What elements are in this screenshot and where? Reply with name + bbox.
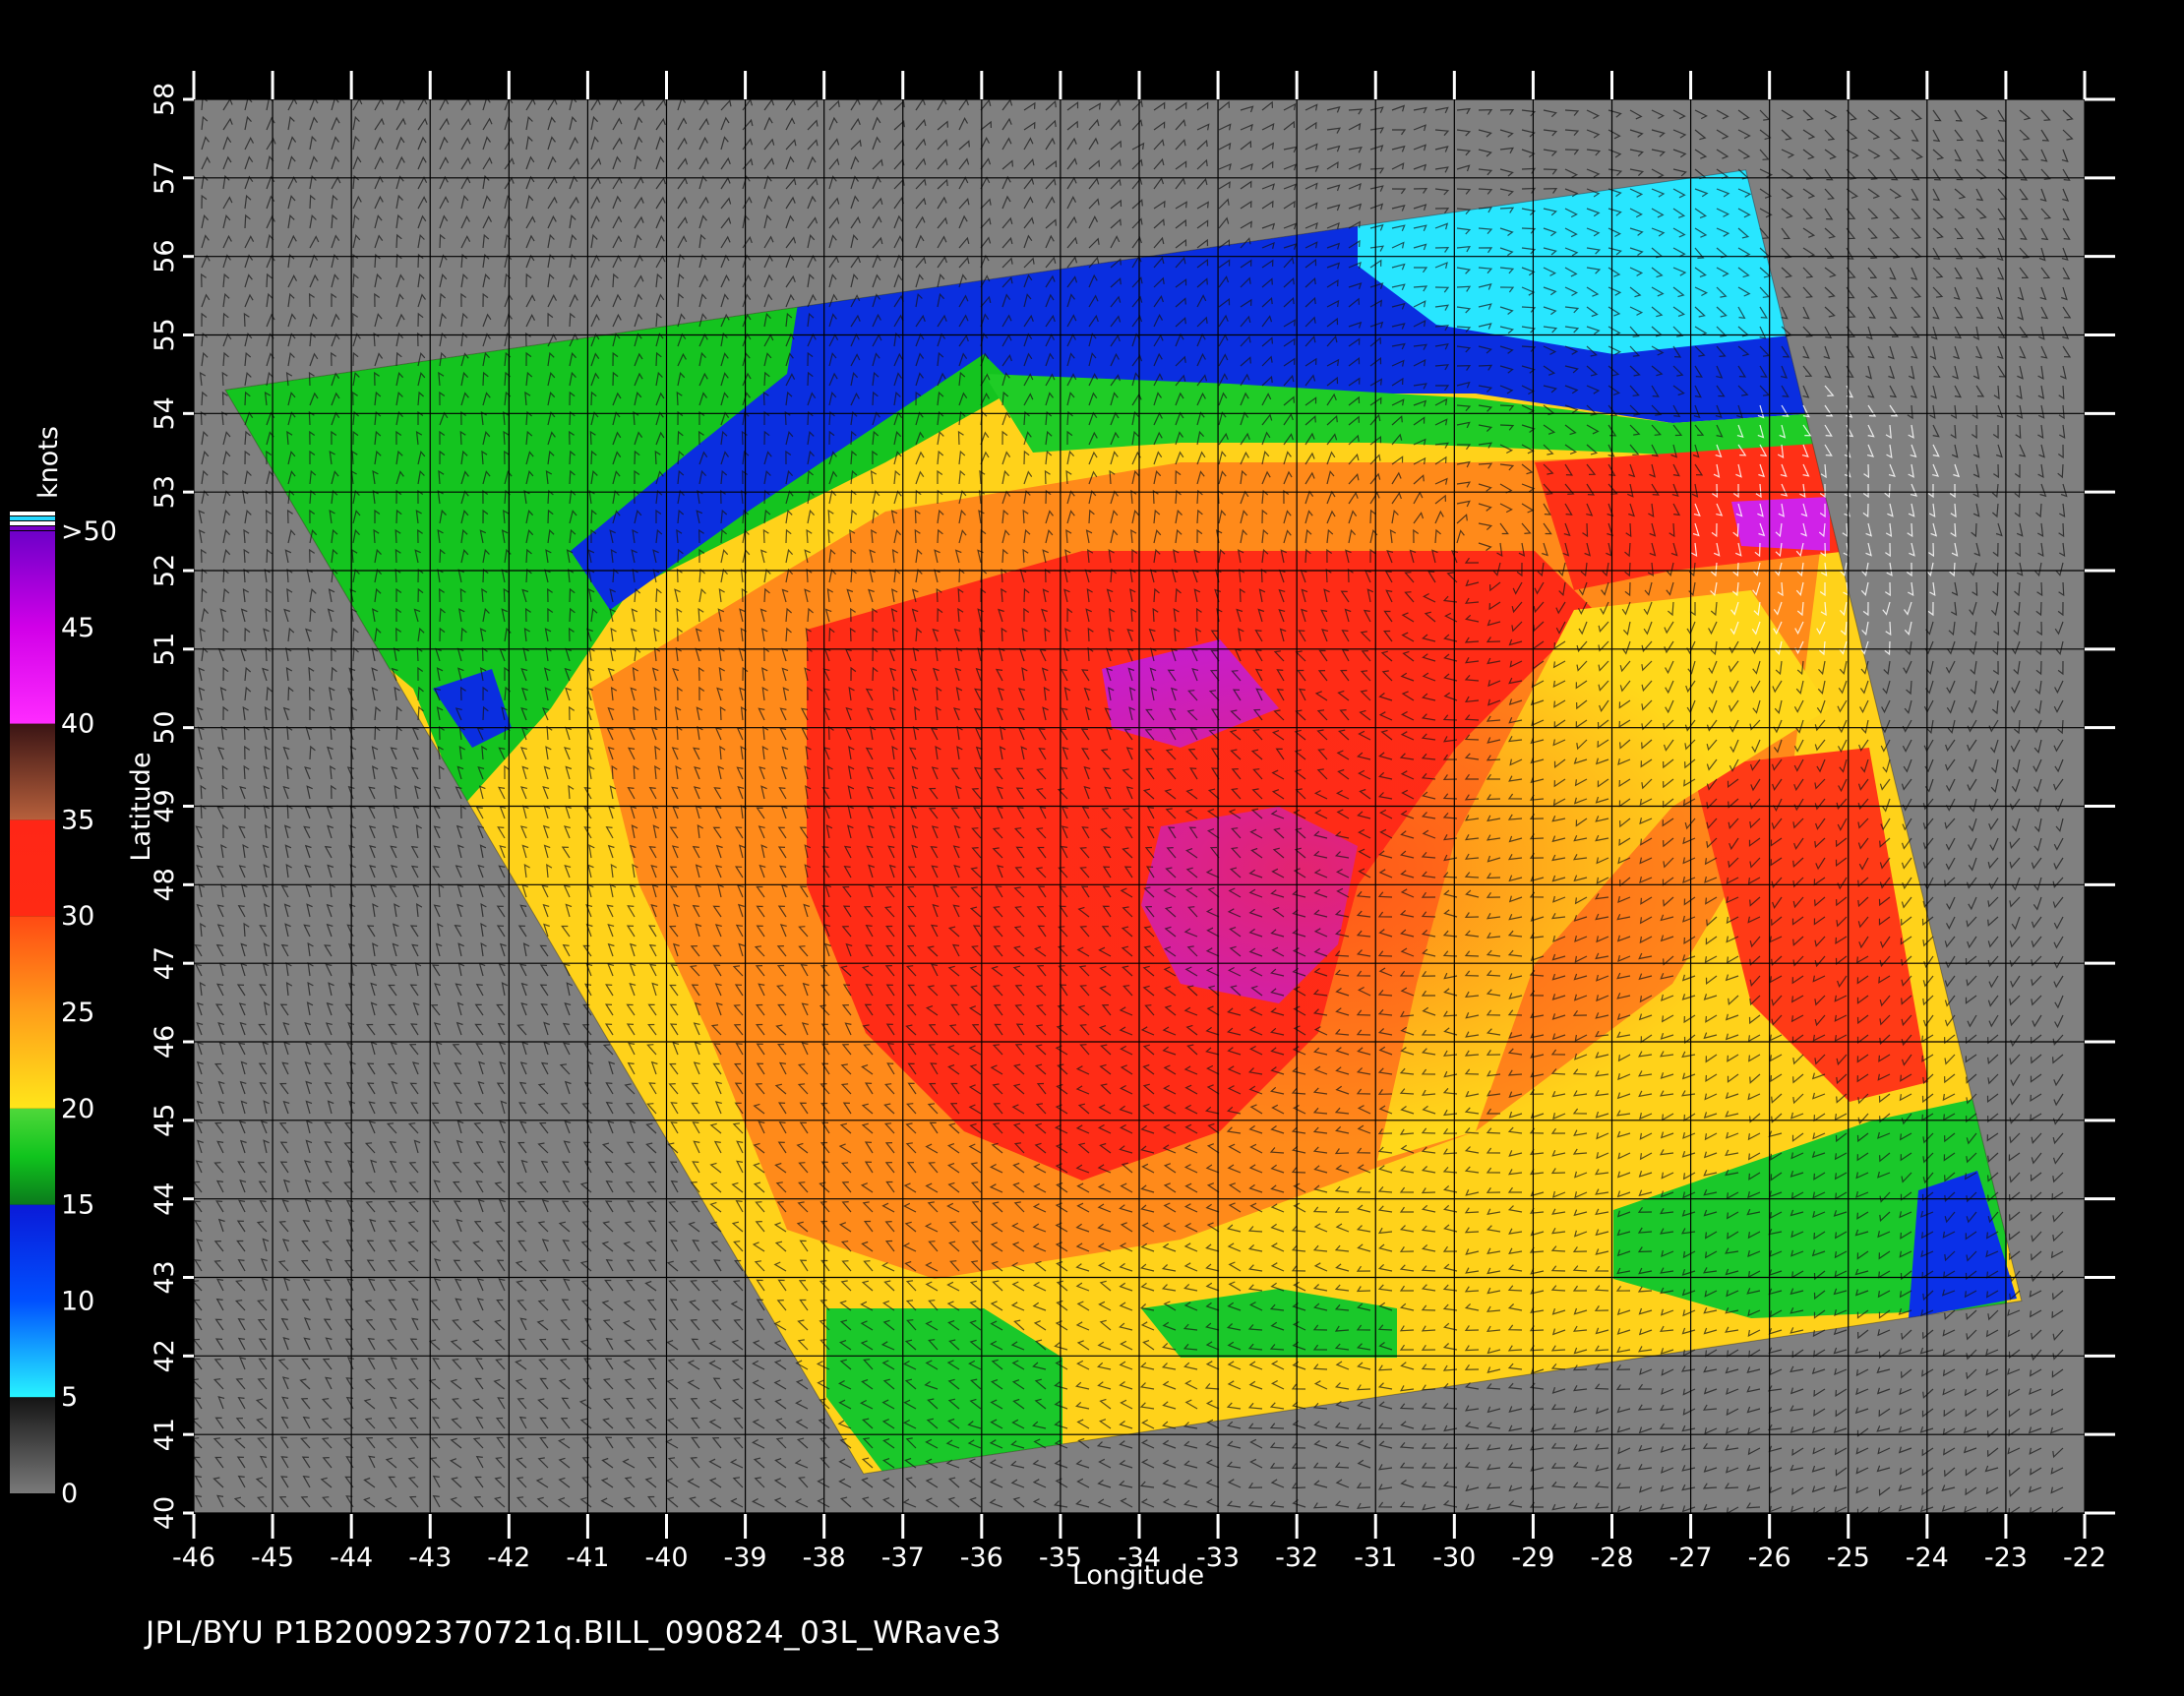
red-core-glow	[689, 492, 1968, 1279]
wind-map-figure: -46 -45 -44 -43 -42 -41 -40 -39 -38 -37 -36 -35 -34-…	[0, 0, 2184, 1692]
figure-svg: -46 -45 -44 -43 -42 -41 -40 -39 -38 -37 -36 -35 -34-…	[10, 71, 2115, 1591]
